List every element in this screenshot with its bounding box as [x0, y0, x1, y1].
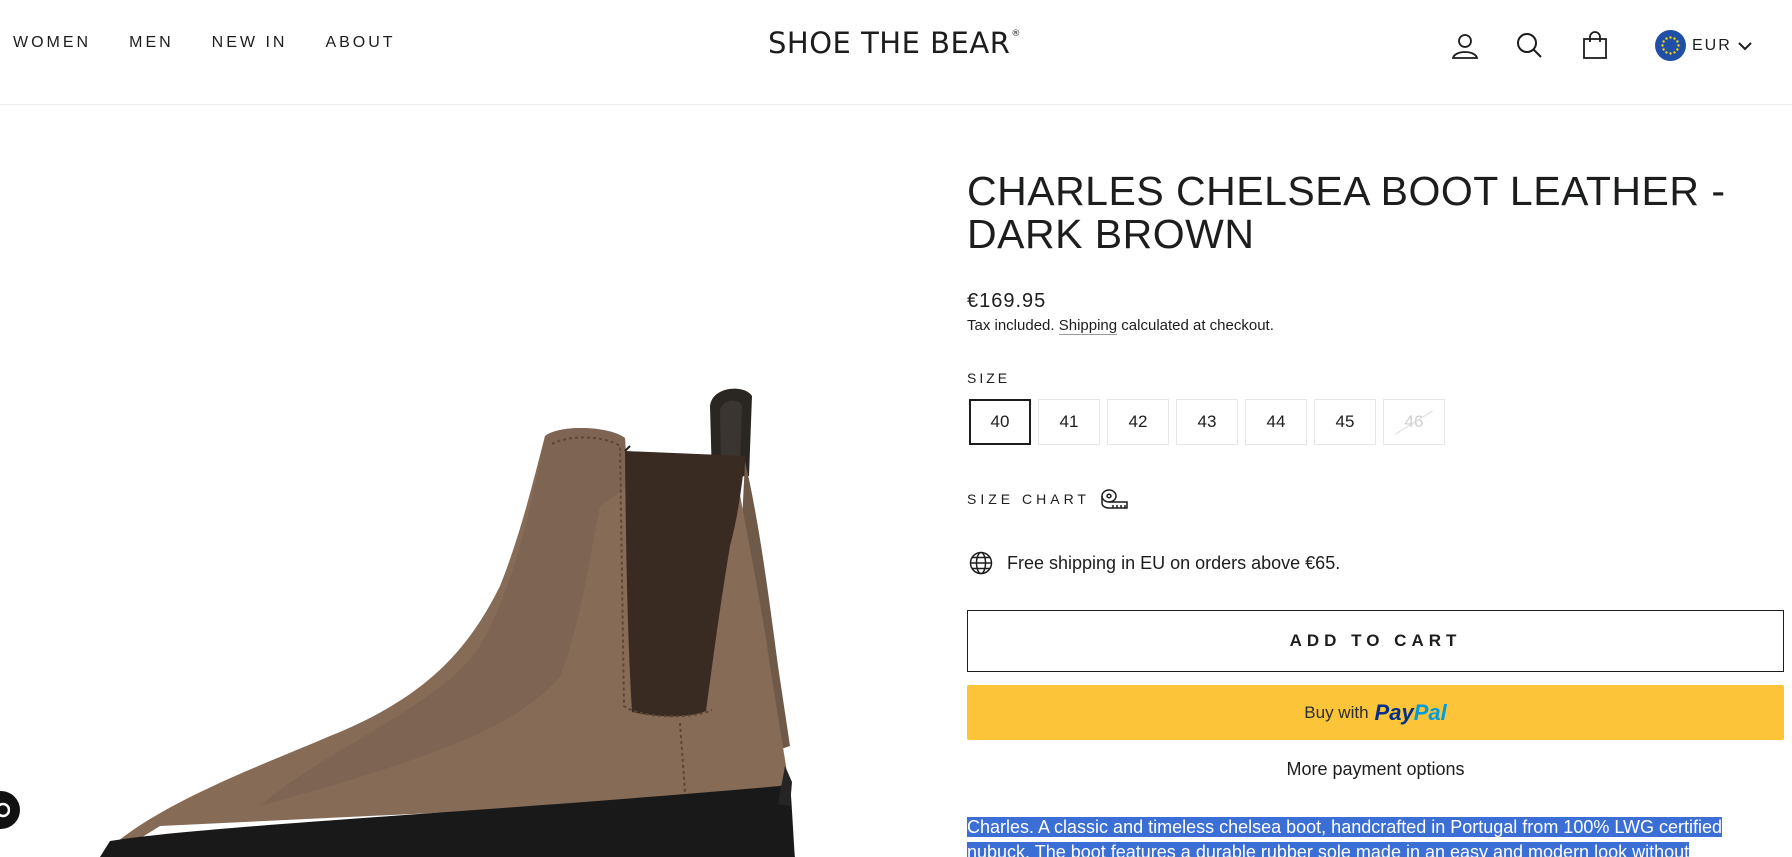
- tax-note-prefix: Tax included.: [967, 317, 1055, 334]
- size-option-40[interactable]: 40: [969, 399, 1031, 445]
- cart-icon[interactable]: [1579, 30, 1611, 62]
- size-option-46-unavailable[interactable]: 46: [1383, 399, 1445, 445]
- shipping-info: Free shipping in EU on orders above €65.: [969, 551, 1340, 575]
- product-price: €169.95: [967, 290, 1047, 312]
- size-option-42[interactable]: 42: [1107, 399, 1169, 445]
- size-selector: 40 41 42 43 44 45 46: [969, 399, 1445, 445]
- eu-flag-icon: [1655, 30, 1686, 61]
- more-payment-options-link[interactable]: More payment options: [967, 759, 1784, 780]
- paypal-prefix: Buy with: [1304, 702, 1369, 722]
- shipping-note: Free shipping in EU on orders above €65.: [1007, 552, 1341, 573]
- add-to-cart-button[interactable]: ADD TO CART: [967, 610, 1784, 672]
- site-header: WOMEN MEN NEW IN ABOUT SHOE THE BEAR® EU…: [0, 0, 1792, 105]
- size-chart-label: SIZE CHART: [967, 491, 1090, 507]
- nav-about[interactable]: ABOUT: [325, 34, 395, 52]
- nav-women[interactable]: WOMEN: [13, 34, 91, 52]
- paypal-logo-pay: Pay: [1374, 699, 1414, 725]
- paypal-logo: PayPal: [1375, 700, 1447, 726]
- currency-selector[interactable]: EUR: [1655, 30, 1752, 61]
- chevron-down-icon: [1738, 41, 1752, 50]
- paypal-logo-pal: Pal: [1413, 699, 1447, 725]
- globe-icon: [969, 551, 993, 575]
- measuring-tape-icon: [1101, 489, 1128, 509]
- product-title: CHARLES CHELSEA BOOT LEATHER - DARK BROW…: [967, 168, 1726, 257]
- logo-registered-mark: ®: [1011, 29, 1021, 39]
- tax-note-suffix: calculated at checkout.: [1121, 317, 1274, 334]
- main-nav: WOMEN MEN NEW IN ABOUT: [13, 34, 396, 52]
- currency-code: EUR: [1692, 36, 1732, 54]
- size-chart-link[interactable]: SIZE CHART: [967, 488, 1128, 510]
- chelsea-boot-image: [0, 388, 795, 857]
- size-option-43[interactable]: 43: [1176, 399, 1238, 445]
- account-icon[interactable]: [1449, 30, 1481, 62]
- size-label: SIZE: [967, 370, 1011, 386]
- search-icon[interactable]: [1513, 30, 1545, 62]
- size-option-45[interactable]: 45: [1314, 399, 1376, 445]
- paypal-button[interactable]: Buy with PayPal: [967, 685, 1784, 740]
- nav-men[interactable]: MEN: [129, 34, 174, 52]
- size-option-41[interactable]: 41: [1038, 399, 1100, 445]
- product-description: Charles. A classic and timeless chelsea …: [967, 815, 1782, 857]
- tax-note: Tax included. Shipping calculated at che…: [967, 317, 1274, 335]
- shipping-link[interactable]: Shipping: [1058, 317, 1118, 335]
- product-image[interactable]: [0, 106, 900, 857]
- description-text: Charles. A classic and timeless chelsea …: [967, 817, 1723, 857]
- nav-new-in[interactable]: NEW IN: [212, 34, 288, 52]
- site-logo[interactable]: SHOE THE BEAR®: [768, 26, 1021, 60]
- size-option-44[interactable]: 44: [1245, 399, 1307, 445]
- logo-text: SHOE THE BEAR: [768, 26, 1011, 60]
- chat-icon: [0, 802, 10, 818]
